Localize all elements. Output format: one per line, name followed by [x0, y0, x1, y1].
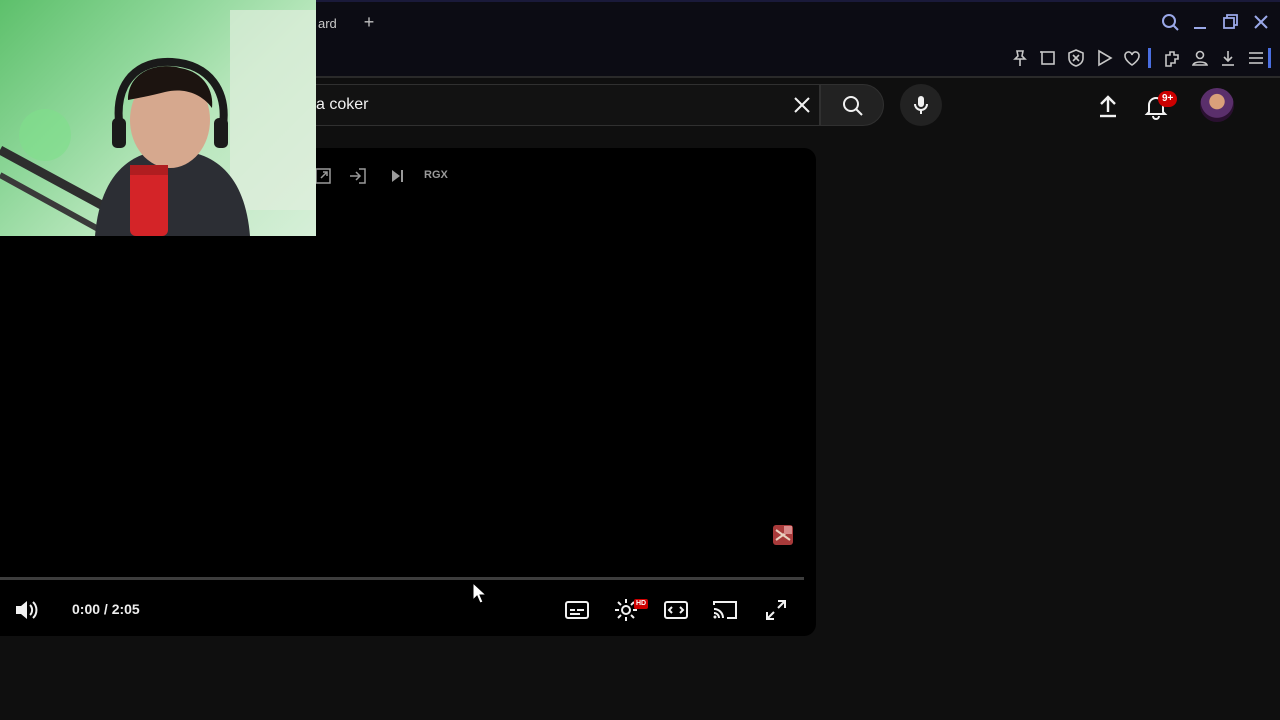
- cast-icon[interactable]: [711, 596, 739, 624]
- play-icon[interactable]: [1094, 48, 1114, 68]
- search-button[interactable]: [820, 84, 884, 126]
- search-icon: [843, 96, 863, 116]
- minimize-icon[interactable]: [1190, 12, 1210, 32]
- pin-icon[interactable]: [1010, 48, 1030, 68]
- webcam-overlay: [0, 0, 316, 236]
- toolbar-underline: [316, 76, 1280, 78]
- volume-icon[interactable]: [12, 596, 40, 624]
- search-box[interactable]: [300, 84, 820, 126]
- download-icon[interactable]: [1218, 48, 1238, 68]
- fullscreen-icon[interactable]: [762, 596, 790, 624]
- subtitles-icon[interactable]: [563, 596, 591, 624]
- account-avatar[interactable]: [1200, 88, 1234, 122]
- voice-search-button[interactable]: [900, 84, 942, 126]
- clear-search-icon[interactable]: [790, 93, 814, 117]
- screenshot-icon[interactable]: [1038, 48, 1058, 68]
- notification-count-badge: 9+: [1158, 91, 1178, 107]
- skip-next-icon[interactable]: [386, 166, 408, 186]
- toolbar-divider-right: [1268, 48, 1271, 68]
- theater-mode-icon[interactable]: [662, 596, 690, 624]
- new-tab-button[interactable]: +: [360, 12, 378, 32]
- toolbar-divider: [1148, 48, 1151, 68]
- heart-icon[interactable]: [1122, 48, 1142, 68]
- mouse-cursor-icon: [472, 582, 488, 604]
- shield-block-icon[interactable]: [1066, 48, 1086, 68]
- extension-rgx-label[interactable]: RGX: [424, 169, 448, 181]
- progress-bar-track[interactable]: [0, 577, 804, 580]
- profile-icon[interactable]: [1190, 48, 1210, 68]
- close-window-icon[interactable]: [1251, 12, 1271, 32]
- browser-search-icon[interactable]: [1160, 12, 1180, 32]
- upload-icon[interactable]: [1094, 92, 1122, 120]
- webcam-person-image: [0, 10, 316, 236]
- hd-badge: HD: [634, 599, 649, 609]
- extensions-icon[interactable]: [1162, 48, 1182, 68]
- time-display: 0:00 / 2:05: [72, 601, 140, 617]
- microphone-icon: [914, 96, 928, 114]
- restore-icon[interactable]: [1220, 12, 1240, 32]
- enter-icon[interactable]: [347, 166, 369, 186]
- menu-icon[interactable]: [1246, 48, 1266, 68]
- channel-watermark-icon[interactable]: [770, 522, 796, 548]
- search-input[interactable]: a coker: [316, 96, 368, 114]
- browser-tab-title[interactable]: ard: [318, 16, 337, 31]
